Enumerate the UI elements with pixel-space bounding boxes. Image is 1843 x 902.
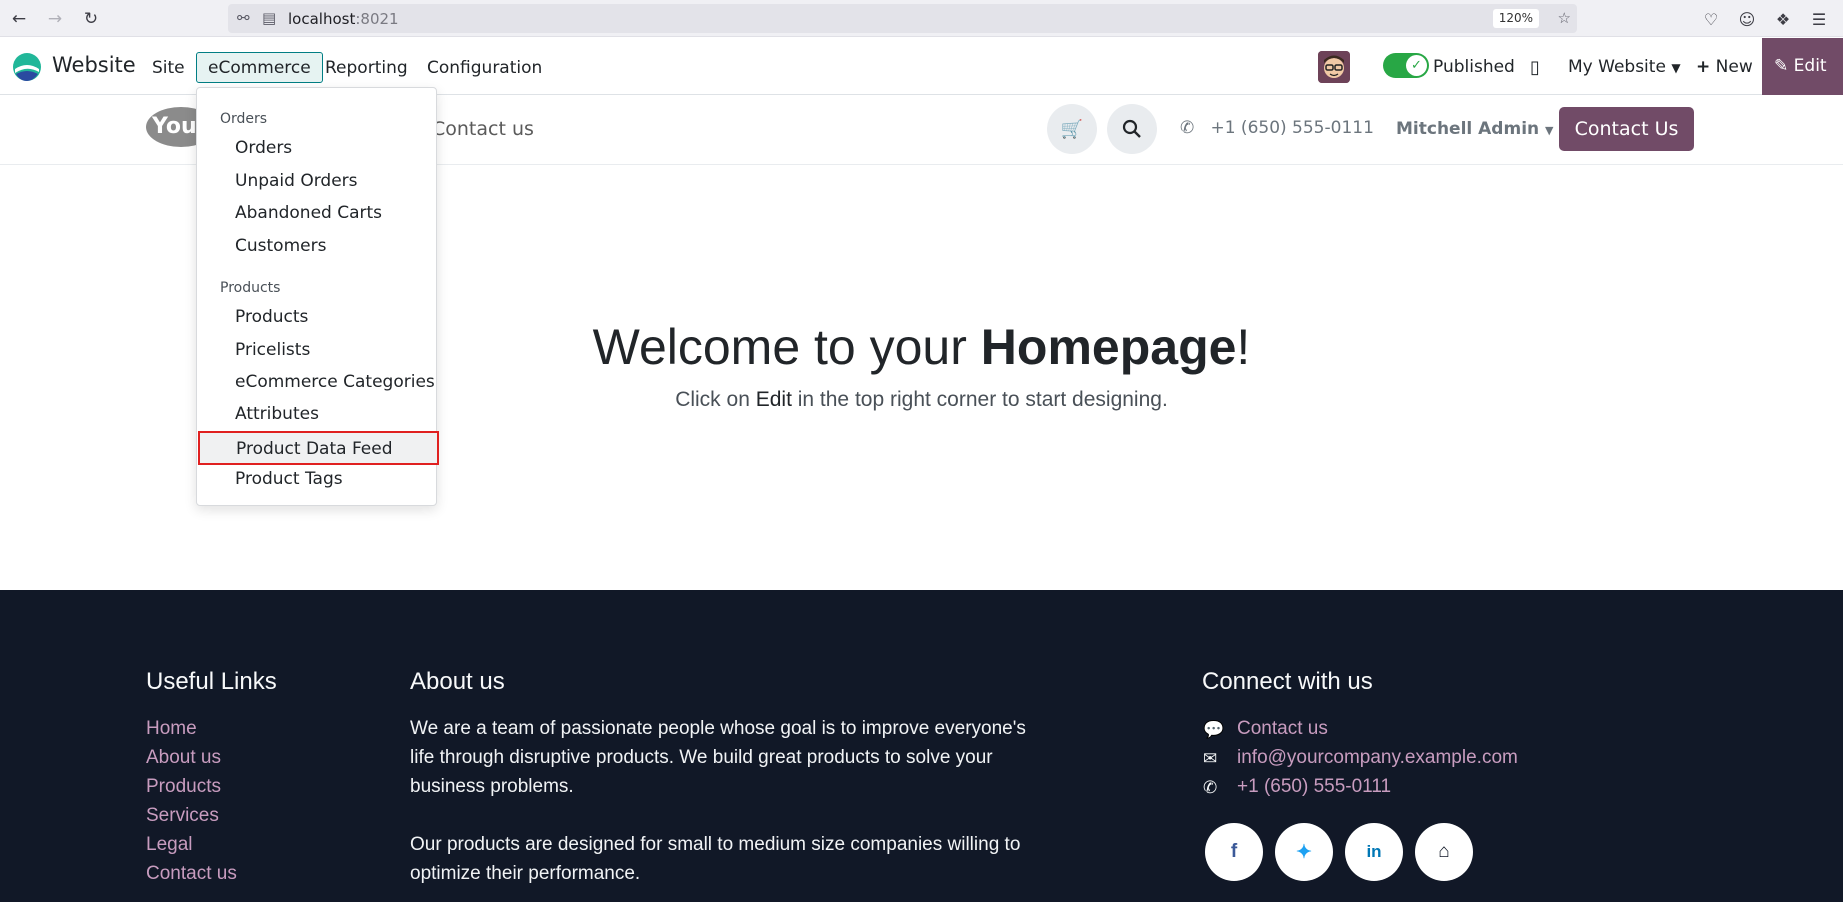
menu-reporting[interactable]: Reporting (313, 52, 420, 83)
new-button[interactable]: + New (1696, 52, 1753, 83)
ecommerce-dropdown-menu: Orders Orders Unpaid Orders Abandoned Ca… (196, 87, 439, 506)
page-info-icon[interactable]: ▤ (262, 9, 276, 27)
website-app-icon[interactable] (12, 52, 42, 82)
home-icon[interactable]: ⌂ (1415, 823, 1473, 881)
mobile-preview-icon[interactable]: ▯ (1530, 52, 1540, 83)
user-menu[interactable]: Mitchell Admin ▼ (1396, 119, 1554, 139)
avatar-image (1318, 51, 1350, 83)
footer-link-contact[interactable]: Contact us (146, 863, 237, 885)
footer-about-title: About us (410, 668, 505, 695)
dropdown-section-products: Products (220, 280, 281, 296)
search-icon[interactable] (1107, 104, 1157, 154)
linkedin-icon[interactable]: in (1345, 823, 1403, 881)
phone-icon: ✆ (1203, 778, 1218, 797)
menu-site[interactable]: Site (140, 52, 197, 83)
footer-link-products[interactable]: Products (146, 776, 221, 798)
account-icon[interactable]: ☺ (1736, 8, 1758, 30)
footer-link-about[interactable]: About us (146, 747, 221, 769)
forward-icon[interactable]: → (44, 8, 66, 30)
menu-item-product-data-feed[interactable]: Product Data Feed (198, 431, 439, 465)
footer-link-legal[interactable]: Legal (146, 834, 193, 856)
twitter-icon[interactable]: ✦ (1275, 823, 1333, 881)
bookmark-star-icon[interactable]: ☆ (1558, 9, 1571, 27)
magnifier-glyph (1122, 119, 1141, 138)
avatar[interactable] (1318, 51, 1350, 83)
facebook-icon[interactable]: f (1205, 823, 1263, 881)
extensions-icon[interactable]: ❖ (1772, 8, 1794, 30)
menu-item-abandoned-carts[interactable]: Abandoned Carts (197, 198, 436, 228)
published-label[interactable]: Published (1433, 52, 1515, 83)
footer-about-paragraph-2: Our products are designed for small to m… (410, 834, 1021, 884)
envelope-icon: ✉ (1203, 749, 1218, 768)
footer-connect-title: Connect with us (1202, 668, 1373, 695)
footer-connect-contact[interactable]: Contact us (1237, 718, 1328, 740)
website-selector[interactable]: My Website ▼ (1568, 52, 1681, 84)
comment-icon: 💬 (1203, 720, 1225, 739)
footer-connect-phone[interactable]: +1 (650) 555-0111 (1237, 776, 1391, 798)
header-link-contact[interactable]: Contact us (432, 118, 534, 140)
address-bar[interactable]: ⚯ ▤ localhost:8021 120% ☆ (228, 4, 1577, 33)
footer-about-paragraph-1: We are a team of passionate people whose… (410, 718, 1026, 797)
contact-us-button[interactable]: Contact Us (1559, 107, 1694, 151)
menu-configuration[interactable]: Configuration (415, 52, 554, 83)
published-toggle[interactable]: ✓ (1383, 53, 1429, 78)
app-name[interactable]: Website (52, 53, 136, 77)
footer-link-services[interactable]: Services (146, 805, 219, 827)
menu-item-ecommerce-categories[interactable]: eCommerce Categories (197, 367, 436, 397)
menu-item-attributes[interactable]: Attributes (197, 399, 436, 429)
check-icon: ✓ (1406, 55, 1427, 76)
caret-down-icon: ▼ (1671, 61, 1681, 75)
hamburger-menu-icon[interactable]: ☰ (1808, 8, 1830, 30)
menu-item-pricelists[interactable]: Pricelists (197, 335, 436, 365)
edit-button[interactable]: ✎ Edit (1762, 38, 1843, 95)
phone-icon: ✆ (1180, 118, 1195, 138)
footer-connect-email[interactable]: info@yourcompany.example.com (1237, 747, 1518, 769)
back-icon[interactable]: ← (8, 8, 30, 30)
menu-ecommerce[interactable]: eCommerce (196, 52, 323, 83)
menu-item-customers[interactable]: Customers (197, 231, 436, 261)
footer-link-home[interactable]: Home (146, 718, 197, 740)
pocket-icon[interactable]: ♡ (1700, 8, 1722, 30)
plus-icon: + (1696, 57, 1711, 77)
dropdown-section-orders: Orders (220, 111, 268, 127)
reload-icon[interactable]: ↻ (80, 8, 102, 30)
header-phone[interactable]: ✆ +1 (650) 555-0111 (1180, 118, 1374, 138)
site-footer: Useful Links Home About us Products Serv… (0, 590, 1843, 902)
zoom-level-badge[interactable]: 120% (1492, 9, 1539, 28)
menu-item-unpaid-orders[interactable]: Unpaid Orders (197, 166, 436, 196)
menu-item-orders[interactable]: Orders (197, 133, 436, 163)
cart-icon[interactable]: 🛒 (1047, 104, 1097, 154)
menu-item-product-tags[interactable]: Product Tags (197, 464, 436, 494)
pencil-icon: ✎ (1774, 56, 1789, 76)
caret-down-icon: ▼ (1545, 124, 1554, 137)
url-text[interactable]: localhost:8021 (288, 10, 399, 28)
browser-toolbar: ← → ↻ ⚯ ▤ localhost:8021 120% ☆ ♡ ☺ ❖ ☰ (0, 0, 1843, 37)
shield-icon[interactable]: ⚯ (237, 9, 250, 27)
menu-item-products[interactable]: Products (197, 302, 436, 332)
footer-useful-links-title: Useful Links (146, 668, 277, 695)
